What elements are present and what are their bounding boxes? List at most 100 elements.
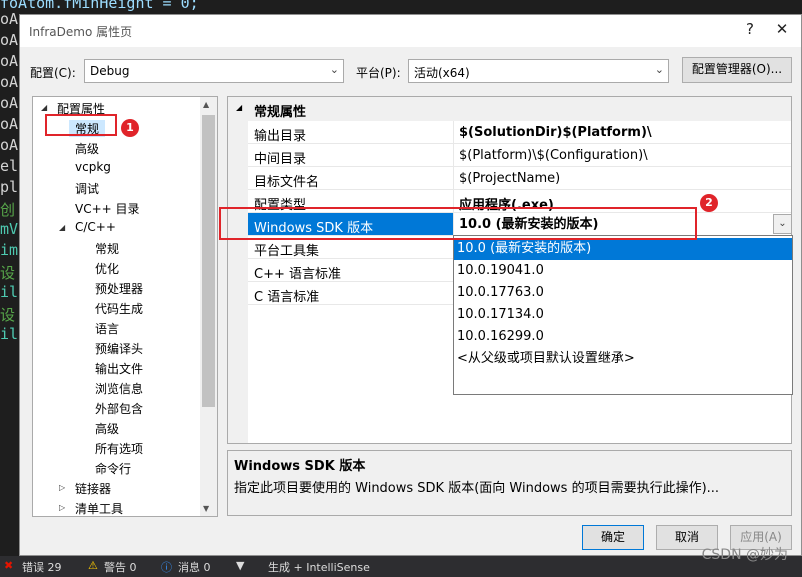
filter-icon[interactable]: ▼ <box>236 559 244 572</box>
dialog-title: InfraDemo 属性页 <box>29 25 133 39</box>
collapse-icon[interactable]: ◢ <box>41 103 47 112</box>
code-line: el <box>0 157 19 175</box>
property-row[interactable]: 输出目录 $(SolutionDir)$(Platform)\ <box>248 121 791 144</box>
sdk-dropdown-button[interactable]: ⌄ <box>773 214 792 234</box>
expand-icon[interactable]: ▷ <box>59 503 65 512</box>
code-line: il <box>0 325 19 343</box>
tree-item[interactable]: 预处理器 <box>95 280 143 297</box>
help-button[interactable]: ? <box>739 20 761 38</box>
tree-item[interactable]: 语言 <box>95 320 119 337</box>
tree-item[interactable]: 优化 <box>95 260 119 277</box>
dropdown-option[interactable]: 10.0.16299.0 <box>454 326 792 348</box>
property-name: 输出目录 <box>254 129 307 144</box>
annotation-box-2 <box>219 207 697 240</box>
annotation-badge-1: 1 <box>121 119 139 137</box>
warning-icon: ⚠ <box>88 559 98 572</box>
dropdown-option[interactable]: 10.0 (最新安装的版本) <box>454 238 792 260</box>
dropdown-option[interactable]: 10.0.17763.0 <box>454 282 792 304</box>
code-line: 设 <box>0 306 16 324</box>
code-line: oA <box>0 136 19 154</box>
property-value[interactable]: $(ProjectName) <box>459 171 560 186</box>
tree-item[interactable]: 输出文件 <box>95 360 143 377</box>
code-line: il <box>0 283 19 301</box>
tree-item[interactable]: 预编译头 <box>95 340 143 357</box>
chevron-down-icon: ⌄ <box>654 63 664 76</box>
code-line-top: foAtom.fMinHeight = 0; <box>0 0 199 12</box>
property-name: 目标文件名 <box>254 175 320 190</box>
property-row[interactable]: 目标文件名 $(ProjectName) <box>248 167 791 190</box>
tree-item[interactable]: 常规 <box>95 240 119 257</box>
config-combo[interactable]: Debug ⌄ <box>84 59 344 83</box>
tree-item[interactable]: 命令行 <box>95 460 131 477</box>
scrollbar-thumb[interactable] <box>202 115 215 407</box>
tree-view[interactable]: ◢ 配置属性 常规 高级 vcpkg 调试 VC++ 目录 ◢ C/C++ 常规 优化 预处理器代… <box>32 96 218 517</box>
messages-count[interactable]: 消息 0 <box>178 559 211 575</box>
category-title: 常规属性 <box>254 105 307 120</box>
category-header: ◢ 常规属性 <box>228 97 791 121</box>
column-divider <box>453 167 454 190</box>
warnings-count[interactable]: 警告 0 <box>104 559 137 575</box>
tree-item[interactable]: vcpkg <box>75 160 111 174</box>
annotation-box-1 <box>45 114 117 136</box>
close-button[interactable]: ✕ <box>771 20 793 38</box>
error-icon: ✖ <box>4 559 14 572</box>
description-heading: Windows SDK 版本 <box>234 459 366 474</box>
code-line: oA <box>0 52 19 70</box>
tree-scrollbar[interactable]: ▲ ▼ <box>200 97 217 516</box>
build-scope[interactable]: 生成 + IntelliSense <box>268 559 370 575</box>
code-line: oA <box>0 73 19 91</box>
config-value: Debug <box>90 64 130 78</box>
code-editor-background: oA oA oA oA oA oA oA el pl 创 mV im 设 il 设 il <box>0 0 20 577</box>
code-line: 创 <box>0 201 16 219</box>
config-manager-button[interactable]: 配置管理器(O)... <box>682 57 792 83</box>
tree-item[interactable]: 外部包含 <box>95 400 143 417</box>
tree-item[interactable]: VC++ 目录 <box>75 200 140 217</box>
code-line: oA <box>0 31 19 49</box>
scroll-down-icon[interactable]: ▼ <box>203 504 209 513</box>
description-panel: Windows SDK 版本 指定此项目要使用的 Windows SDK 版本(… <box>227 450 792 516</box>
dialog-titlebar: InfraDemo 属性页 ? ✕ <box>20 15 801 47</box>
tree-item[interactable]: 高级 <box>75 140 99 157</box>
code-line: oA <box>0 115 19 133</box>
chevron-down-icon: ⌄ <box>329 63 339 76</box>
info-icon: ⓘ <box>161 561 172 574</box>
property-value[interactable]: $(Platform)\$(Configuration)\ <box>459 148 648 163</box>
dropdown-option[interactable]: 10.0.19041.0 <box>454 260 792 282</box>
platform-combo[interactable]: 活动(x64) ⌄ <box>408 59 669 83</box>
code-line: oA <box>0 94 19 112</box>
property-value[interactable]: $(SolutionDir)$(Platform)\ <box>459 125 652 140</box>
description-body: 指定此项目要使用的 Windows SDK 版本(面向 Windows 的项目需… <box>234 481 720 496</box>
property-name: C++ 语言标准 <box>254 267 341 282</box>
errors-count[interactable]: 错误 29 <box>22 559 62 575</box>
collapse-icon[interactable]: ◢ <box>236 103 242 112</box>
property-row[interactable]: 中间目录 $(Platform)\$(Configuration)\ <box>248 144 791 167</box>
column-divider <box>453 121 454 144</box>
sdk-dropdown-list: 10.0 (最新安装的版本) 10.0.19041.0 10.0.17763.0 10… <box>453 235 793 395</box>
dropdown-option[interactable]: 10.0.17134.0 <box>454 304 792 326</box>
platform-value: 活动(x64) <box>414 66 470 80</box>
tree-item[interactable]: 高级 <box>95 420 119 437</box>
ok-button[interactable]: 确定 <box>582 525 644 550</box>
code-line: mV <box>0 220 19 238</box>
scroll-up-icon[interactable]: ▲ <box>203 100 209 109</box>
expand-icon[interactable]: ▷ <box>59 483 65 492</box>
config-label: 配置(C): <box>30 66 76 80</box>
property-pages-dialog: InfraDemo 属性页 ? ✕ 配置(C): Debug ⌄ 平台(P): … <box>19 14 802 556</box>
code-line: im <box>0 241 19 259</box>
status-bar: ✖ 错误 29 ⚠ 警告 0 ⓘ 消息 0 ▼ 生成 + IntelliSens… <box>0 556 802 577</box>
dropdown-option[interactable]: <从父级或项目默认设置继承> <box>454 348 792 370</box>
tree-item[interactable]: 代码生成 <box>95 300 143 317</box>
tree-item[interactable]: 链接器 <box>75 480 111 497</box>
tree-item[interactable]: C/C++ <box>75 220 116 234</box>
grid-gutter <box>228 121 248 443</box>
watermark: CSDN @妙为 <box>701 547 788 563</box>
code-line: 设 <box>0 264 16 282</box>
tree-item[interactable]: 清单工具 <box>75 500 123 516</box>
collapse-icon[interactable]: ◢ <box>59 223 65 232</box>
tree-item[interactable]: 浏览信息 <box>95 380 143 397</box>
column-divider <box>453 144 454 167</box>
property-name: 平台工具集 <box>254 244 320 259</box>
tree-item[interactable]: 调试 <box>75 180 99 197</box>
code-line: pl <box>0 178 19 196</box>
tree-item[interactable]: 所有选项 <box>95 440 143 457</box>
